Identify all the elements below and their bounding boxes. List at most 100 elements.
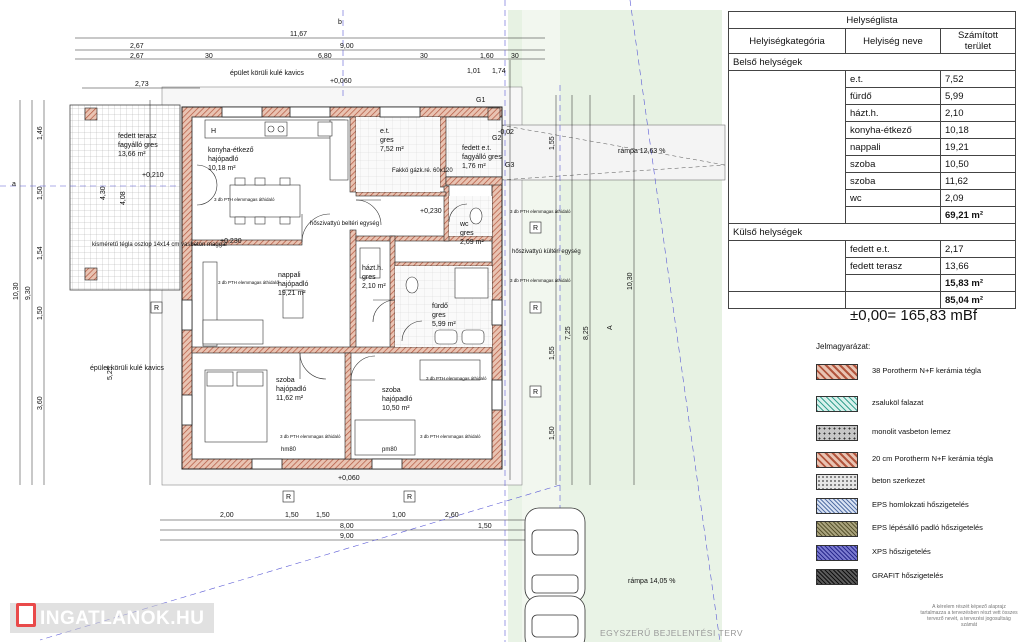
watermark-icon bbox=[16, 603, 36, 627]
level-terrace: +0,210 bbox=[142, 172, 164, 179]
legend-title: Jelmagyarázat: bbox=[816, 342, 871, 351]
dim-bottom-3: 9,00 bbox=[340, 533, 354, 540]
note-heatpump-indoor: hőszivattyú beltéri egység bbox=[310, 221, 379, 227]
dim-left-4: 3,60 bbox=[37, 396, 44, 410]
dim-left-7: 1,46 bbox=[37, 126, 44, 140]
marker-h: H bbox=[211, 128, 216, 135]
dim-bottom-6: 8,00 bbox=[340, 523, 354, 530]
marker-g2: G2 bbox=[492, 135, 501, 142]
svg-text:házt.h.: házt.h. bbox=[362, 265, 383, 272]
dim-top-11: 1,74 bbox=[492, 68, 506, 75]
svg-text:hajópadló: hajópadló bbox=[276, 386, 306, 393]
svg-text:hajópadló: hajópadló bbox=[278, 281, 308, 288]
dim-top-5: 6,80 bbox=[318, 53, 332, 60]
dim-top-1: 2,67 bbox=[130, 43, 144, 50]
svg-text:11,62 m²: 11,62 m² bbox=[276, 395, 304, 402]
note-lintel-4: 3 db PTH elemmagas áthidaló bbox=[280, 434, 341, 439]
dim-top-8: 30 bbox=[511, 53, 519, 60]
table-row: e.t. 7,52 bbox=[728, 70, 1016, 224]
level-wc: +0,230 bbox=[420, 208, 442, 215]
svg-text:10,18 m²: 10,18 m² bbox=[208, 165, 236, 172]
svg-text:fagyálló gres: fagyálló gres bbox=[118, 142, 158, 149]
dim-bottom-7: 1,50 bbox=[478, 523, 492, 530]
svg-text:konyha-étkező: konyha-étkező bbox=[208, 147, 254, 154]
dim-bottom-0: 2,00 bbox=[220, 512, 234, 519]
marker-g3: G3 bbox=[505, 162, 514, 169]
svg-text:hajópadló: hajópadló bbox=[208, 156, 238, 163]
marker-r-right-3: R bbox=[533, 225, 538, 232]
svg-text:e.t.: e.t. bbox=[380, 128, 390, 135]
inner-section: Belső helységek bbox=[728, 53, 1016, 71]
car-outlines bbox=[524, 507, 586, 642]
svg-text:szoba: szoba bbox=[276, 377, 295, 384]
marker-g1: G1 bbox=[476, 97, 485, 104]
note-lintel-6: 3 db PTH elemmagas áthidaló bbox=[510, 209, 571, 214]
dim-bottom-5: 1,50 bbox=[316, 512, 330, 519]
svg-text:19,21 m²: 19,21 m² bbox=[278, 290, 306, 297]
legend-item: zsaluköl falazat bbox=[816, 396, 1016, 412]
marker-pm80: pm80 bbox=[382, 447, 398, 453]
legend-item: XPS hőszigetelés bbox=[816, 545, 1016, 561]
dim-top-2: 9,00 bbox=[340, 43, 354, 50]
dim-right-1: 8,25 bbox=[583, 326, 590, 340]
marker-r-bottom-1: R bbox=[286, 494, 291, 501]
table-row: fedett e.t. 2,17 bbox=[728, 240, 1016, 292]
note-lintel-1: 3 db PTH elemmagas áthidaló bbox=[214, 197, 275, 202]
note-lintel-7: 3 db PTH elemmagas áthidaló bbox=[510, 278, 571, 283]
marker-r-left: R bbox=[154, 305, 159, 312]
note-pillar: kisméretű tégla oszlop 14x14 cm vasbeton… bbox=[92, 242, 227, 248]
dim-left-1: 9,30 bbox=[25, 286, 32, 300]
dim-top-6: 30 bbox=[420, 53, 428, 60]
dim-left-8: 1,50 bbox=[37, 186, 44, 200]
svg-text:10,50 m²: 10,50 m² bbox=[382, 405, 410, 412]
legend-item: GRAFIT hőszigetelés bbox=[816, 569, 1016, 585]
marker-hm80: hm80 bbox=[281, 447, 297, 453]
table-row-grand-total: 85,04 m² bbox=[728, 291, 1016, 309]
marker-r-bottom-2: R bbox=[407, 494, 412, 501]
table-title: Helységlista bbox=[728, 11, 1016, 29]
marker-r-right-1: R bbox=[533, 305, 538, 312]
legend-item: beton szerkezet bbox=[816, 474, 1016, 490]
svg-text:fürdő: fürdő bbox=[432, 303, 448, 310]
note-lintel-3: 3 db PTH elemmagas áthidaló bbox=[426, 376, 487, 381]
dim-left-5: 1,54 bbox=[37, 246, 44, 260]
note-gravel-left: épület körüli kulé kavics bbox=[90, 365, 164, 372]
marker-section-a: a bbox=[12, 181, 16, 188]
dim-right-3: 1,55 bbox=[549, 346, 556, 360]
dim-left-2: 4,30 bbox=[100, 186, 107, 200]
col-category: Helyiségkategória bbox=[728, 28, 846, 54]
dim-bottom-2: 1,00 bbox=[392, 512, 406, 519]
dim-top-4: 30 bbox=[205, 53, 213, 60]
reference-level: ±0,00= 165,83 mBf bbox=[850, 307, 978, 324]
svg-text:gres: gres bbox=[380, 137, 394, 144]
note-gas-meter: Fakkö gázk.ré. 60x120 bbox=[392, 168, 453, 174]
dim-right-4: 1,55 bbox=[549, 136, 556, 150]
dim-left-0: 10,30 bbox=[13, 282, 20, 300]
dim-bottom-4: 2,60 bbox=[445, 512, 459, 519]
plan-stamp: EGYSZERŰ BEJELENTÉSI TERV bbox=[600, 628, 744, 638]
svg-text:fedett e.t.: fedett e.t. bbox=[462, 145, 491, 152]
note-heatpump-outdoor: hőszivattyú kültéri egység bbox=[512, 249, 581, 255]
marker-r-right-2: R bbox=[533, 389, 538, 396]
dim-top-9: 2,73 bbox=[135, 81, 149, 88]
entrance-floor bbox=[356, 117, 440, 192]
col-area: Számított terület bbox=[940, 28, 1016, 54]
svg-text:wc: wc bbox=[459, 221, 469, 228]
svg-text:gres: gres bbox=[460, 230, 474, 237]
svg-text:1,76 m²: 1,76 m² bbox=[462, 163, 486, 170]
svg-text:2,09 m²: 2,09 m² bbox=[460, 239, 484, 246]
svg-text:fagyálló gres: fagyálló gres bbox=[462, 154, 502, 161]
svg-text:nappali: nappali bbox=[278, 272, 301, 279]
legend-item: 20 cm Porotherm N+F kerámia tégla bbox=[816, 452, 1016, 468]
watermark-logo: INGATLANOK.HU bbox=[10, 603, 214, 633]
note-ramp-1: rámpa 12,63 % bbox=[618, 148, 665, 155]
planning-note: A kérelem részét képező alaprajz tartalm… bbox=[920, 604, 1018, 628]
svg-text:szoba: szoba bbox=[382, 387, 401, 394]
outer-section: Külső helységek bbox=[728, 223, 1016, 241]
dim-top-3: 2,67 bbox=[130, 53, 144, 60]
room-list-table: Helységlista Helyiségkategória Helyiség … bbox=[728, 11, 1016, 309]
dim-top-10: 1,01 bbox=[467, 68, 481, 75]
marker-a: A bbox=[607, 325, 614, 330]
note-lintel-2: 3 db PTH elemmagas áthidaló bbox=[218, 280, 279, 285]
note-ramp-2: rámpa 14,05 % bbox=[628, 578, 675, 585]
